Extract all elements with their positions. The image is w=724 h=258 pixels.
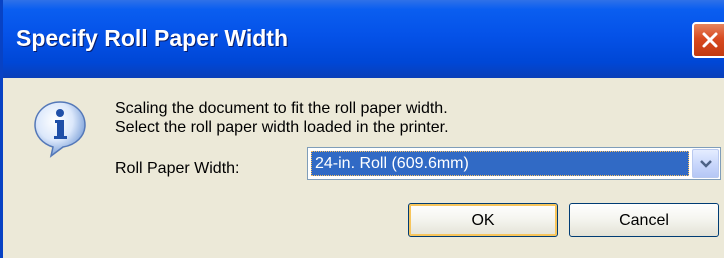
message-line-1: Scaling the document to fit the roll pap… <box>115 100 448 117</box>
roll-paper-width-label: Roll Paper Width: <box>115 160 240 177</box>
dialog-title: Specify Roll Paper Width <box>16 25 289 51</box>
ok-button[interactable]: OK <box>408 203 558 237</box>
message-line-2: Select the roll paper width loaded in th… <box>115 119 449 136</box>
roll-paper-width-value[interactable]: 24-in. Roll (609.6mm) <box>311 151 689 176</box>
info-icon <box>33 100 87 163</box>
dropdown-button[interactable] <box>692 149 719 178</box>
close-button[interactable] <box>692 22 724 58</box>
cancel-button[interactable]: Cancel <box>569 203 719 237</box>
title-bar[interactable]: Specify Roll Paper Width <box>3 0 724 78</box>
dialog-window: Specify Roll Paper Width Scaling the doc… <box>0 0 724 258</box>
message-text: Scaling the document to fit the roll pap… <box>115 99 449 137</box>
chevron-down-icon <box>700 160 712 168</box>
close-icon <box>702 32 718 48</box>
roll-paper-width-select[interactable]: 24-in. Roll (609.6mm) <box>307 147 721 180</box>
